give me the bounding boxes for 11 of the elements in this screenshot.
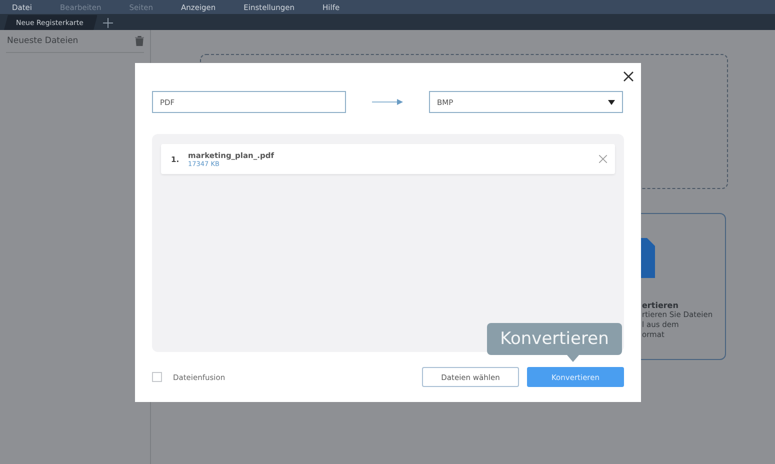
arrow-icon: [372, 99, 403, 105]
add-tab-icon[interactable]: [101, 16, 116, 30]
remove-icon[interactable]: [599, 155, 607, 163]
tooltip-pointer-icon: [567, 355, 579, 362]
merge-checkbox[interactable]: [152, 372, 162, 382]
close-icon[interactable]: [623, 71, 634, 82]
tooltip: Konvertieren: [487, 323, 622, 355]
sidebar-title: Neueste Dateien: [7, 36, 78, 46]
card-title: ertieren: [642, 301, 680, 310]
trash-icon[interactable]: [135, 36, 144, 46]
caret-icon: [608, 100, 615, 104]
